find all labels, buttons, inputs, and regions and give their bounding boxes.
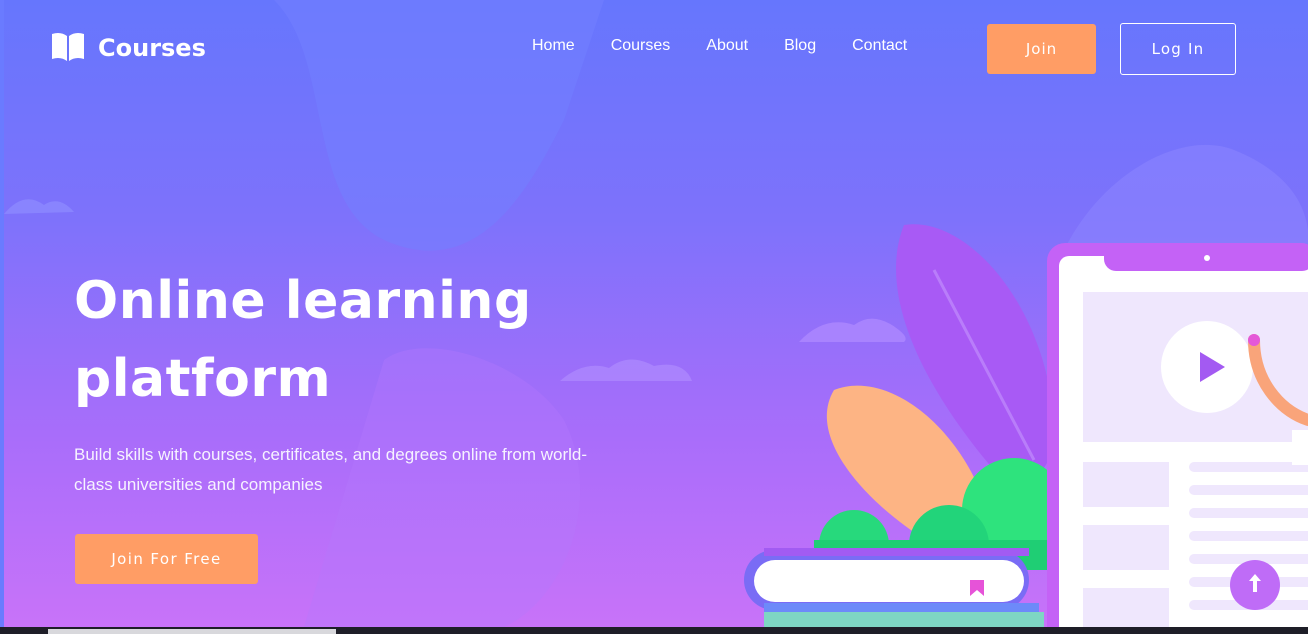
hero-title-line-2: platform [74, 349, 332, 409]
nav-blog[interactable]: Blog [784, 37, 816, 55]
logo[interactable]: Courses [50, 30, 206, 66]
hero-subtitle-line-1: Build skills with courses, certificates,… [74, 445, 588, 464]
hero-title: Online learning platform [74, 262, 634, 418]
hero-subtitle: Build skills with courses, certificates,… [74, 440, 654, 500]
hero-title-line-1: Online learning [74, 271, 532, 331]
book-open-icon [50, 30, 86, 66]
login-button[interactable]: Log In [1120, 23, 1236, 75]
hero-subtitle-line-2: class universities and companies [74, 475, 323, 494]
hero-section: Courses Home Courses About Blog Contact … [4, 0, 1308, 627]
taskbar-strip [0, 627, 1308, 634]
scroll-to-top-button[interactable] [1230, 560, 1280, 610]
nav-about[interactable]: About [706, 37, 748, 55]
nav-contact[interactable]: Contact [852, 37, 907, 55]
join-button[interactable]: Join [987, 24, 1096, 74]
brand-name: Courses [98, 34, 206, 62]
main-nav: Home Courses About Blog Contact [532, 37, 943, 55]
taskbar-segment [48, 629, 336, 634]
join-for-free-button[interactable]: Join For Free [75, 534, 258, 584]
nav-home[interactable]: Home [532, 37, 575, 55]
nav-courses[interactable]: Courses [611, 37, 671, 55]
arrow-up-icon [1246, 572, 1264, 598]
